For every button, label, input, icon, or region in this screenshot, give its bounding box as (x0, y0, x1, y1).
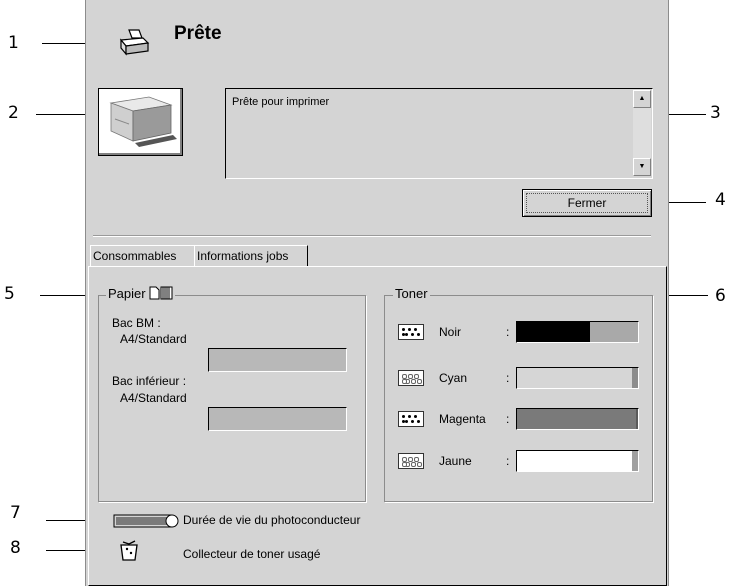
tab-consumables[interactable]: Consommables (90, 245, 196, 266)
status-title: Prête (174, 23, 222, 44)
toner-level-fill (517, 451, 632, 471)
printer-image (98, 88, 183, 156)
photoconductor-label: Durée de vie du photoconducteur (183, 513, 361, 527)
tray-lower-name: Bac inférieur : (112, 374, 187, 388)
toner-colon: : (506, 454, 510, 468)
tray-lower-field (208, 407, 347, 431)
callout-5: 5 (4, 284, 15, 304)
separator (93, 235, 651, 237)
tab-job-info[interactable]: Informations jobs (194, 245, 308, 266)
callout-3: 3 (710, 103, 721, 123)
toner-level-fill (517, 322, 590, 342)
callout-4: 4 (715, 190, 726, 210)
toner-colon: : (506, 412, 510, 426)
toner-level-fill (517, 409, 636, 429)
toner-icon (398, 411, 424, 427)
callout-2: 2 (8, 103, 19, 123)
close-button-label: Fermer (567, 196, 607, 210)
toner-label-jaune: Jaune (439, 454, 472, 468)
toner-legend: Toner (393, 286, 430, 301)
printer-icon (119, 29, 150, 56)
toner-label-cyan: Cyan (439, 371, 468, 385)
toner-label-magenta: Magenta (439, 412, 486, 426)
toner-icon (398, 324, 424, 340)
tray-mp-name: Bac BM : (112, 316, 161, 330)
photoconductor-icon (113, 514, 179, 528)
laser-printer-icon (109, 96, 177, 147)
callout-1: 1 (8, 33, 19, 53)
waste-toner-icon (120, 540, 138, 561)
toner-colon: : (506, 325, 510, 339)
toner-level-magenta (516, 408, 639, 430)
toner-level-jaune (516, 450, 639, 472)
toner-level-cyan (516, 367, 639, 389)
callout-6: 6 (715, 286, 726, 306)
toner-colon: : (506, 371, 510, 385)
toner-label-noir: Noir (439, 325, 462, 339)
close-button[interactable]: Fermer (522, 189, 652, 217)
tray-mp-field (208, 348, 347, 372)
scroll-up-button[interactable]: ▲ (633, 90, 651, 108)
callout-8: 8 (10, 538, 21, 558)
toner-icon (398, 453, 424, 469)
paper-legend: Papier (106, 286, 176, 301)
callout-7: 7 (10, 503, 21, 523)
toner-icon (398, 370, 424, 386)
scroll-down-button[interactable]: ▼ (633, 158, 651, 176)
waste-toner-label: Collecteur de toner usagé (183, 547, 321, 561)
toner-level-fill (517, 368, 632, 388)
message-scrollbar[interactable]: ▲ ▼ (633, 90, 651, 176)
toner-level-noir (516, 321, 639, 343)
status-message-box[interactable]: Prête pour imprimer ▲ ▼ (225, 88, 653, 179)
paper-icon (149, 286, 173, 300)
paper-legend-label: Papier (108, 286, 146, 301)
status-message: Prête pour imprimer (232, 96, 330, 108)
tray-mp-size: A4/Standard (120, 332, 187, 346)
tray-lower-size: A4/Standard (120, 391, 187, 405)
